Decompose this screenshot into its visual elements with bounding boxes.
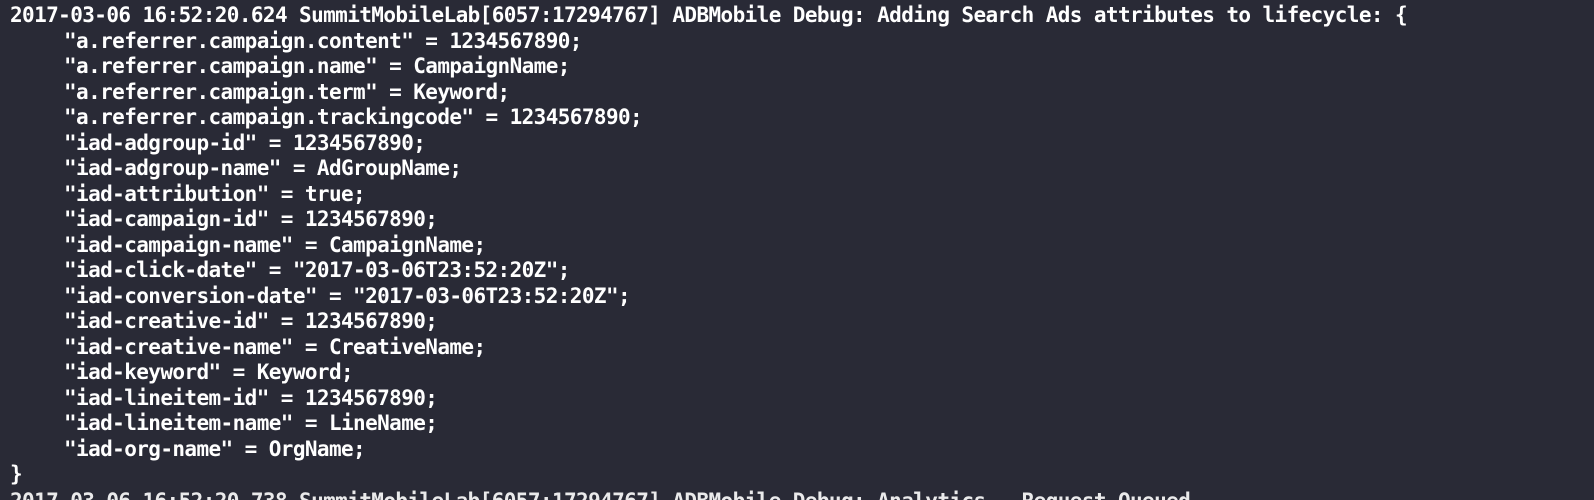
log-entry-line: "iad-adgroup-name" = AdGroupName; xyxy=(64,156,462,180)
log-entry-line: "a.referrer.campaign.trackingcode" = 123… xyxy=(64,105,643,129)
log-entry-line: "iad-attribution" = true; xyxy=(64,182,366,206)
log-entry-line: "iad-conversion-date" = "2017-03-06T23:5… xyxy=(64,284,631,308)
log-entry-line: "iad-campaign-name" = CampaignName; xyxy=(64,233,486,257)
log-entry-line: "iad-lineitem-id" = 1234567890; xyxy=(64,386,438,410)
log-entry-line: "iad-org-name" = OrgName; xyxy=(64,437,366,461)
console-output: 2017-03-06 16:52:20.624 SummitMobileLab[… xyxy=(0,0,1594,500)
log-entry-line: "iad-click-date" = "2017-03-06T23:52:20Z… xyxy=(64,258,570,282)
log-header-line: 2017-03-06 16:52:20.624 SummitMobileLab[… xyxy=(10,3,1408,27)
log-entry-line: "iad-creative-id" = 1234567890; xyxy=(64,309,438,333)
log-entry-line: "iad-lineitem-name" = LineName; xyxy=(64,411,438,435)
log-entry-line: "iad-campaign-id" = 1234567890; xyxy=(64,207,438,231)
log-entry-line: "a.referrer.campaign.name" = CampaignNam… xyxy=(64,54,570,78)
log-entry-line: "iad-creative-name" = CreativeName; xyxy=(64,335,486,359)
log-closing-brace: } xyxy=(10,462,23,486)
log-entry-line: "a.referrer.campaign.term" = Keyword; xyxy=(64,80,510,104)
log-next-line-partial: 2017-03-06 16:52:20.738 SummitMobileLab[… xyxy=(10,488,1191,500)
log-entry-line: "iad-adgroup-id" = 1234567890; xyxy=(64,131,426,155)
log-entry-line: "iad-keyword" = Keyword; xyxy=(64,360,354,384)
log-entry-line: "a.referrer.campaign.content" = 12345678… xyxy=(64,29,582,53)
